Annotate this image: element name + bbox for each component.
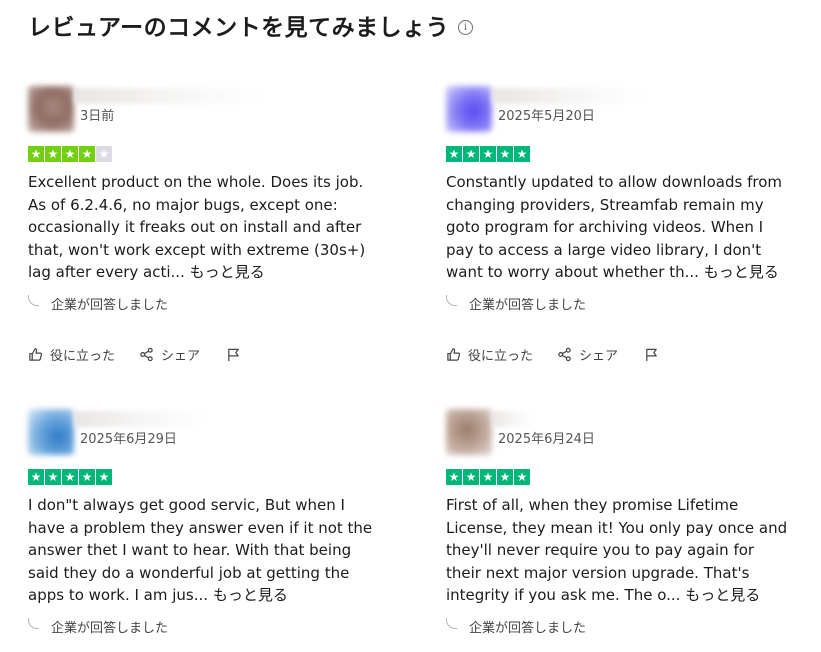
avatar[interactable] bbox=[446, 86, 492, 132]
review-date: 2025年5月20日 bbox=[498, 109, 595, 124]
star-icon: ★ bbox=[96, 146, 112, 162]
read-more-link[interactable]: もっと見る bbox=[685, 586, 760, 604]
review-card: 2025年5月20日 ★ ★ ★ ★ ★ Constantly updated … bbox=[446, 86, 806, 364]
helpful-label: 役に立った bbox=[50, 348, 116, 364]
share-button[interactable]: シェア bbox=[139, 345, 200, 364]
reply-curve-icon bbox=[446, 617, 457, 629]
company-replied-label: 企業が回答しました bbox=[469, 620, 587, 636]
star-icon: ★ bbox=[480, 146, 496, 162]
company-replied[interactable]: 企業が回答しました bbox=[28, 294, 388, 313]
reply-curve-icon bbox=[446, 294, 457, 306]
review-body: I don"t always get good servic, But when… bbox=[28, 496, 373, 604]
flag-icon bbox=[228, 348, 239, 361]
star-icon: ★ bbox=[62, 146, 78, 162]
star-icon: ★ bbox=[463, 469, 479, 485]
review-text: Excellent product on the whole. Does its… bbox=[28, 171, 373, 284]
review-actions: 役に立った シェア bbox=[446, 345, 806, 364]
review-text: I don"t always get good servic, But when… bbox=[28, 494, 373, 607]
page-title-text: レビュアーのコメントを見てみましょう bbox=[28, 15, 450, 41]
review-card: 3日前 ★ ★ ★ ★ ★ Excellent product on the w… bbox=[28, 86, 388, 364]
share-button[interactable]: シェア bbox=[557, 345, 618, 364]
star-icon: ★ bbox=[28, 469, 44, 485]
share-label: シェア bbox=[161, 348, 201, 364]
report-button[interactable] bbox=[226, 347, 248, 362]
star-icon: ★ bbox=[480, 469, 496, 485]
star-icon: ★ bbox=[79, 146, 95, 162]
review-date: 3日前 bbox=[80, 109, 115, 124]
star-rating: ★ ★ ★ ★ ★ bbox=[28, 469, 388, 485]
reply-curve-icon bbox=[28, 294, 39, 306]
reviewer-name-blurred[interactable] bbox=[74, 411, 204, 427]
star-icon: ★ bbox=[79, 469, 95, 485]
reviewer-name-blurred[interactable] bbox=[492, 88, 642, 104]
helpful-label: 役に立った bbox=[468, 348, 534, 364]
share-label: シェア bbox=[579, 348, 619, 364]
review-date: 2025年6月24日 bbox=[498, 432, 595, 447]
flag-icon bbox=[646, 348, 657, 361]
reviewer-header: 2025年6月24日 bbox=[446, 409, 806, 459]
star-icon: ★ bbox=[514, 146, 530, 162]
star-icon: ★ bbox=[45, 469, 61, 485]
reviewer-header: 3日前 bbox=[28, 86, 388, 136]
company-replied[interactable]: 企業が回答しました bbox=[446, 294, 806, 313]
star-rating: ★ ★ ★ ★ ★ bbox=[446, 469, 806, 485]
company-replied-label: 企業が回答しました bbox=[469, 297, 587, 313]
star-icon: ★ bbox=[45, 146, 61, 162]
review-date: 2025年6月29日 bbox=[80, 432, 177, 447]
reply-curve-icon bbox=[28, 617, 39, 629]
star-icon: ★ bbox=[96, 469, 112, 485]
reviewer-header: 2025年6月29日 bbox=[28, 409, 388, 459]
star-icon: ★ bbox=[514, 469, 530, 485]
review-card: 2025年6月24日 ★ ★ ★ ★ ★ First of all, when … bbox=[446, 409, 806, 636]
review-actions: 役に立った シェア bbox=[28, 345, 388, 364]
avatar[interactable] bbox=[28, 86, 74, 132]
review-text: First of all, when they promise Lifetime… bbox=[446, 494, 791, 607]
star-icon: ★ bbox=[497, 146, 513, 162]
star-rating: ★ ★ ★ ★ ★ bbox=[446, 146, 806, 162]
reviewer-name-blurred[interactable] bbox=[74, 88, 260, 104]
star-icon: ★ bbox=[446, 146, 462, 162]
star-icon: ★ bbox=[62, 469, 78, 485]
info-icon[interactable]: i bbox=[458, 19, 474, 35]
star-rating: ★ ★ ★ ★ ★ bbox=[28, 146, 388, 162]
review-card: 2025年6月29日 ★ ★ ★ ★ ★ I don"t always get … bbox=[28, 409, 388, 636]
reviewer-name-blurred[interactable] bbox=[492, 411, 532, 427]
avatar[interactable] bbox=[446, 409, 492, 455]
avatar[interactable] bbox=[28, 409, 74, 455]
share-icon bbox=[140, 347, 153, 361]
star-icon: ★ bbox=[28, 146, 44, 162]
reviewer-header: 2025年5月20日 bbox=[446, 86, 806, 136]
read-more-link[interactable]: もっと見る bbox=[190, 263, 265, 281]
review-text: Constantly updated to allow downloads fr… bbox=[446, 171, 791, 284]
page-title: レビュアーのコメントを見てみましょう i bbox=[28, 8, 474, 42]
thumbs-up-icon bbox=[29, 347, 43, 361]
thumbs-up-icon bbox=[447, 347, 461, 361]
company-replied-label: 企業が回答しました bbox=[51, 620, 169, 636]
report-button[interactable] bbox=[644, 347, 666, 362]
share-icon bbox=[558, 347, 571, 361]
helpful-button[interactable]: 役に立った bbox=[28, 345, 115, 364]
read-more-link[interactable]: もっと見る bbox=[213, 586, 288, 604]
star-icon: ★ bbox=[463, 146, 479, 162]
star-icon: ★ bbox=[446, 469, 462, 485]
company-replied-label: 企業が回答しました bbox=[51, 297, 169, 313]
read-more-link[interactable]: もっと見る bbox=[704, 263, 779, 281]
helpful-button[interactable]: 役に立った bbox=[446, 345, 533, 364]
star-icon: ★ bbox=[497, 469, 513, 485]
company-replied[interactable]: 企業が回答しました bbox=[28, 617, 388, 636]
company-replied[interactable]: 企業が回答しました bbox=[446, 617, 806, 636]
